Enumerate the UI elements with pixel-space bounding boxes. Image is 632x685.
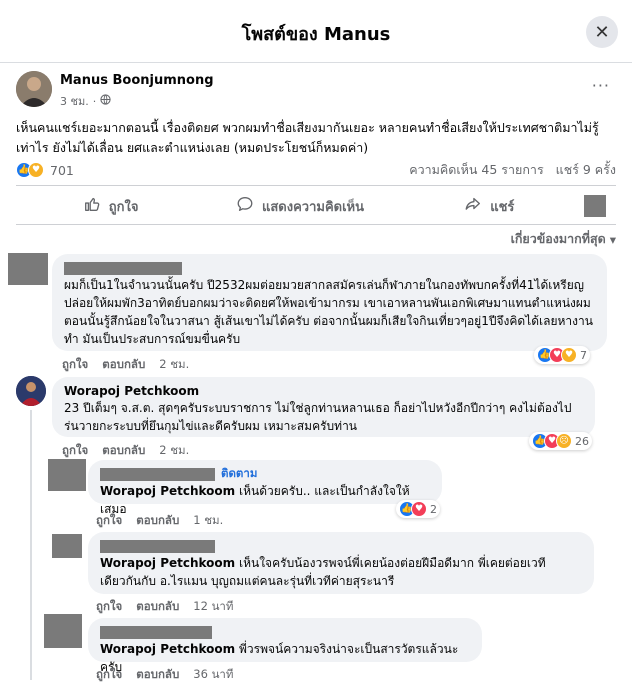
post-meta: 3 ชม. · [60, 92, 111, 110]
dialog-title: โพสต์ของ Manus [241, 24, 391, 45]
sad-reaction-icon: ☹ [556, 433, 572, 449]
replier-avatar-redacted[interactable] [44, 614, 82, 648]
comment-text: ผมก็เป็น1ในจำนวนนั้นครับ ปี2532ผมต่อยมวย… [64, 278, 593, 346]
thumbs-up-icon [83, 195, 101, 217]
comment-reply-button[interactable]: ตอบกลับ [102, 442, 145, 460]
comment-time[interactable]: 2 ชม. [159, 356, 189, 374]
comment-reactions[interactable]: 👍 ♥ ☹ 26 [529, 432, 592, 450]
reply-reply-button[interactable]: ตอบกลับ [136, 666, 179, 684]
reply-footer: ถูกใจ ตอบกลับ 36 นาที [96, 666, 233, 684]
mention-link[interactable]: Worapoj Petchkoom [100, 484, 235, 498]
comment-button[interactable]: แสดงความคิดเห็น [205, 195, 394, 217]
reply-footer: ถูกใจ ตอบกลับ 1 ชม. [96, 512, 223, 530]
globe-icon [100, 94, 111, 108]
care-reaction-icon: ♥ [561, 347, 577, 363]
comment-like-button[interactable]: ถูกใจ [62, 442, 88, 460]
author-avatar[interactable] [16, 71, 52, 107]
comment-footer: ถูกใจ ตอบกลับ 2 ชม. [62, 356, 189, 374]
comment-reply-button[interactable]: ตอบกลับ [102, 356, 145, 374]
dialog-header: โพสต์ของ Manus ✕ [0, 0, 632, 63]
reply-reactions[interactable]: 👍 ♥ 2 [396, 500, 440, 518]
replier-avatar-redacted[interactable] [52, 534, 82, 558]
close-button[interactable]: ✕ [586, 16, 618, 48]
post-author-name[interactable]: Manus Boonjumnong [60, 73, 214, 88]
commenter-avatar[interactable] [16, 376, 46, 406]
divider [16, 185, 616, 186]
post-body-text: เห็นคนแชร์เยอะมากตอนนี้ เรื่องติดยศ พวกผ… [16, 120, 599, 155]
reply-bubble: ติดตาม Worapoj Petchkoom เห็นด้วยครับ.. … [88, 460, 442, 516]
reply-like-button[interactable]: ถูกใจ [96, 512, 122, 530]
reply-like-button[interactable]: ถูกใจ [96, 598, 122, 616]
mention-link[interactable]: Worapoj Petchkoom [100, 642, 235, 656]
comment-sort-dropdown[interactable]: เกี่ยวข้องมากที่สุด ▾ [511, 229, 616, 249]
reply-bubble: Worapoj Petchkoom เห็นใจครับน้องวรพจน์พี… [88, 532, 594, 594]
post-time[interactable]: 3 ชม. [60, 92, 89, 110]
care-reaction-icon: ♥ [28, 162, 44, 178]
comments-count[interactable]: ความคิดเห็น 45 รายการ [409, 160, 543, 180]
commenter-name-redacted[interactable] [64, 261, 182, 275]
post-reactions-row: 👍 ♥ 701 ความคิดเห็น 45 รายการ แชร์ 9 ครั… [16, 160, 616, 180]
comment-bubble-icon [236, 195, 254, 217]
replier-avatar-redacted[interactable] [48, 459, 86, 491]
reply-thread-line [30, 410, 32, 680]
divider [16, 224, 616, 225]
comment-bubble: ผมก็เป็น1ในจำนวนนั้นครับ ปี2532ผมต่อยมวย… [52, 254, 607, 351]
reaction-icons[interactable]: 👍 ♥ [16, 162, 44, 178]
like-button[interactable]: ถูกใจ [16, 195, 205, 217]
mention-link[interactable]: Worapoj Petchkoom [100, 556, 235, 570]
comment-time[interactable]: 2 ชม. [159, 442, 189, 460]
reactions-count[interactable]: 701 [50, 163, 74, 178]
comment-bubble: Worapoj Petchkoom 23 ปีเต็มๆ จ.ส.ต. สุดๆ… [52, 377, 595, 437]
replier-name-redacted[interactable] [100, 625, 212, 639]
shares-count[interactable]: แชร์ 9 ครั้ง [556, 160, 616, 180]
reply-footer: ถูกใจ ตอบกลับ 12 นาที [96, 598, 233, 616]
reply-bubble: Worapoj Petchkoom พี่วรพจน์ความจริงน่าจะ… [88, 618, 482, 674]
reply-reply-button[interactable]: ตอบกลับ [136, 598, 179, 616]
share-arrow-icon [464, 195, 482, 217]
more-options-button[interactable]: ··· [592, 76, 610, 95]
love-reaction-icon: ♥ [411, 501, 427, 517]
post-actions: ถูกใจ แสดงความคิดเห็น แชร์ [16, 189, 616, 223]
comment-footer: ถูกใจ ตอบกลับ 2 ชม. [62, 442, 189, 460]
caret-down-icon: ▾ [609, 231, 616, 247]
comment-like-button[interactable]: ถูกใจ [62, 356, 88, 374]
reply-time[interactable]: 12 นาที [193, 598, 233, 616]
commenter-name[interactable]: Worapoj Petchkoom [64, 383, 583, 399]
replier-name-redacted[interactable] [100, 467, 215, 481]
reply-reply-button[interactable]: ตอบกลับ [136, 512, 179, 530]
commenter-avatar-redacted[interactable] [8, 253, 48, 285]
reply-time[interactable]: 1 ชม. [193, 512, 223, 530]
comment-reactions[interactable]: 👍 ♥ ♥ 7 [534, 346, 590, 364]
share-button[interactable]: แชร์ [395, 195, 584, 217]
comment-text: 23 ปีเต็มๆ จ.ส.ต. สุดๆครับระบบราชการ ไม่… [64, 401, 572, 433]
follow-link[interactable]: ติดตาม [221, 465, 257, 483]
reply-time[interactable]: 36 นาที [193, 666, 233, 684]
replier-name-redacted[interactable] [100, 539, 215, 553]
reply-like-button[interactable]: ถูกใจ [96, 666, 122, 684]
viewer-avatar-redacted[interactable] [583, 195, 606, 217]
close-icon: ✕ [594, 21, 610, 43]
